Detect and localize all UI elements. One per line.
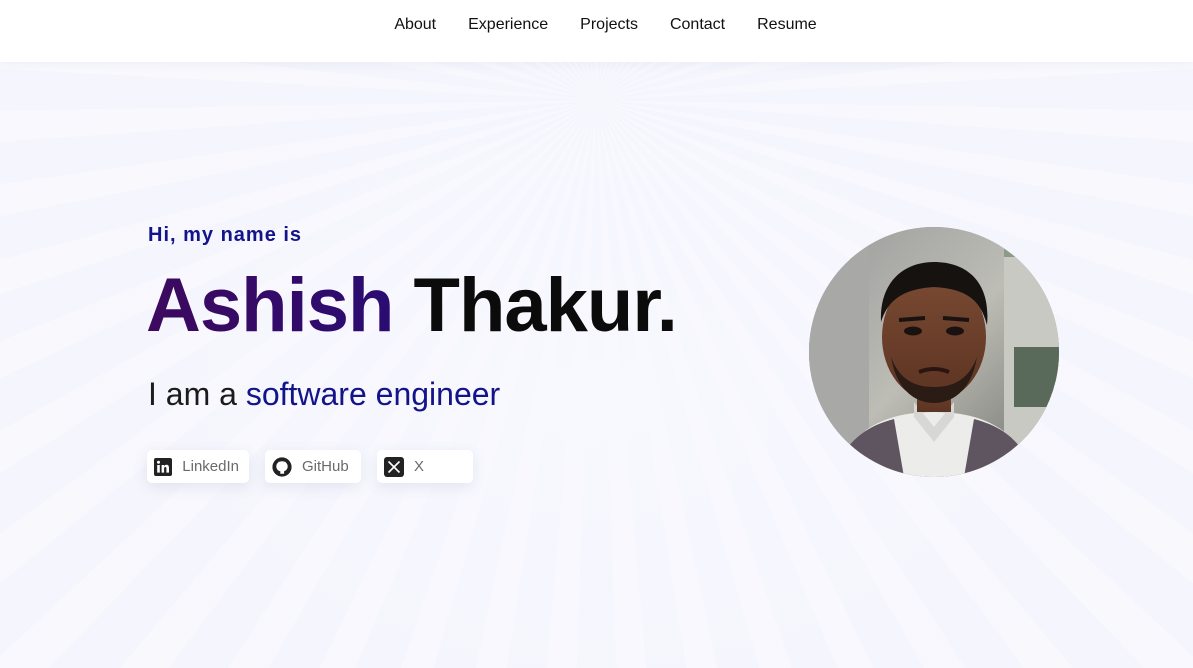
- top-navbar: About Experience Projects Contact Resume: [0, 0, 1193, 62]
- x-icon: [384, 456, 404, 477]
- x-button[interactable]: X: [377, 450, 473, 483]
- nav-link-experience[interactable]: Experience: [468, 16, 548, 34]
- github-icon: [272, 456, 292, 477]
- linkedin-label: LinkedIn: [182, 458, 239, 475]
- hero-section: Hi, my name is Ashish Thakur. I am a sof…: [0, 0, 1193, 668]
- tagline-role: software engineer: [245, 376, 501, 412]
- nav-link-contact[interactable]: Contact: [670, 16, 725, 34]
- github-label: GitHub: [302, 458, 349, 475]
- nav-link-projects[interactable]: Projects: [580, 16, 638, 34]
- hero-name: Ashish Thakur.: [146, 268, 678, 344]
- profile-photo: [809, 227, 1059, 477]
- hero-tagline: I am a software engineer: [148, 376, 500, 413]
- github-button[interactable]: GitHub: [265, 450, 361, 483]
- nav-list: About Experience Projects Contact Resume: [394, 16, 816, 34]
- x-label: X: [414, 458, 425, 475]
- social-links: LinkedIn GitHub X: [147, 450, 473, 483]
- linkedin-icon: [154, 457, 173, 477]
- linkedin-button[interactable]: LinkedIn: [147, 450, 249, 483]
- hero-first-name: Ashish: [146, 263, 394, 348]
- nav-link-resume[interactable]: Resume: [757, 16, 817, 34]
- nav-link-about[interactable]: About: [394, 16, 436, 34]
- tagline-prefix: I am a: [148, 376, 237, 412]
- hero-greeting: Hi, my name is: [148, 224, 303, 246]
- hero-last-name: Thakur.: [413, 263, 678, 348]
